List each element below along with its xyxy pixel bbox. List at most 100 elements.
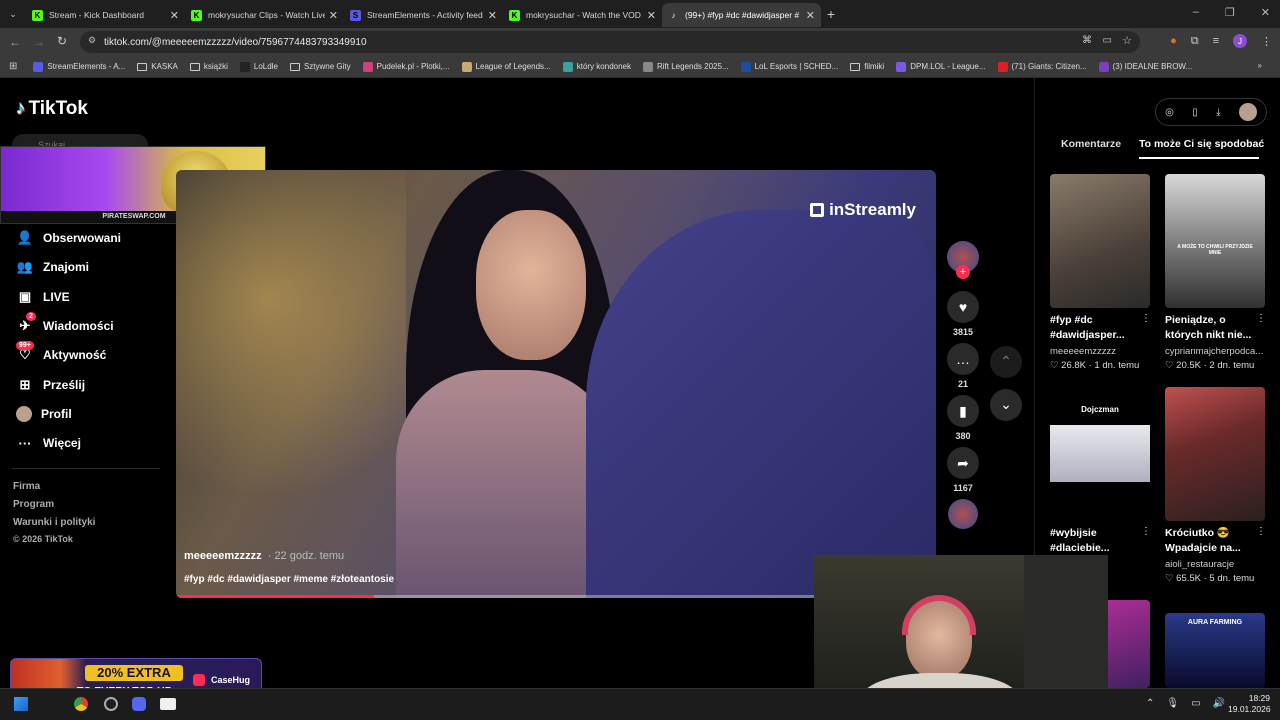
bookmark-item[interactable]: (71) Giants: Citizen... <box>997 61 1087 72</box>
previous-video-button[interactable]: ⌃ <box>990 346 1022 378</box>
bookmark-star-icon[interactable]: ☆ <box>1122 34 1132 47</box>
nav-item-upload[interactable]: ⊞ Prześlij <box>16 377 85 393</box>
extension-icon[interactable]: ● <box>1170 35 1177 47</box>
nav-item-profile[interactable]: ● Profil <box>16 405 72 422</box>
tab-close-icon[interactable]: ✕ <box>170 9 179 22</box>
browser-tab[interactable]: Kmokrysuchar Clips - Watch Live ✕ <box>185 3 344 27</box>
browser-tab[interactable]: S StreamElements - Activity feed ✕ <box>344 3 503 27</box>
nav-item-following[interactable]: 👤 Obserwowani <box>16 230 121 246</box>
chrome-taskbar-icon[interactable] <box>74 697 88 711</box>
video-card-title[interactable]: Pieniądze, o których nikt nie... <box>1165 313 1255 343</box>
video-card-title[interactable]: Króciutko 😎 Wpadajcie na... <box>1165 526 1255 556</box>
download-icon[interactable]: ⤓ <box>1216 107 1220 118</box>
more-options-icon[interactable]: ⋮ <box>1141 526 1151 537</box>
video-card-author[interactable]: aioli_restauracje <box>1165 559 1234 570</box>
device-icon[interactable]: ▯ <box>1192 107 1198 118</box>
tab-close-icon[interactable]: ✕ <box>329 9 338 22</box>
extensions-puzzle-icon[interactable]: ⧉ <box>1191 35 1199 48</box>
video-author[interactable]: meeeeemzzzzz <box>184 550 262 562</box>
sound-disc-avatar[interactable] <box>948 499 978 529</box>
translate-icon[interactable]: ⌘ <box>1082 35 1092 46</box>
video-card-thumbnail[interactable] <box>1165 387 1265 521</box>
minimize-button[interactable]: – <box>1193 6 1199 19</box>
app-taskbar-icon[interactable] <box>104 697 118 711</box>
more-options-icon[interactable]: ⋮ <box>1256 313 1266 324</box>
tab-close-icon[interactable]: ✕ <box>647 9 656 22</box>
browser-tab[interactable]: K Stream - Kick Dashboard ✕ <box>26 3 185 27</box>
video-player[interactable]: inStreamly meeeeemzzzzz · 22 godz. temu … <box>176 170 936 598</box>
video-card-thumbnail[interactable]: Dojczman <box>1050 387 1150 521</box>
nav-item-more[interactable]: ··· Więcej <box>16 435 81 451</box>
bookmark-item[interactable]: Sztywne Gity <box>289 62 351 72</box>
tab-search-button[interactable]: ⌄ <box>0 2 26 26</box>
video-card-thumbnail[interactable]: AURA FARMING <box>1165 613 1265 688</box>
save-button[interactable]: ▮ <box>947 395 979 427</box>
follow-plus-icon[interactable]: + <box>956 265 970 279</box>
tiktok-logo[interactable]: ♪ TikTok <box>16 98 88 120</box>
network-icon[interactable]: ▭ <box>1191 698 1200 709</box>
bookmark-item[interactable]: DPM.LOL - League... <box>896 61 986 72</box>
user-avatar[interactable] <box>1238 103 1257 121</box>
bookmark-item[interactable]: filmiki <box>850 62 884 72</box>
tab-list-icon[interactable]: ≡ <box>1213 35 1219 47</box>
more-options-icon[interactable]: ⋮ <box>1141 313 1151 324</box>
comment-button[interactable]: … <box>947 343 979 375</box>
bookmark-item[interactable]: książki <box>189 62 228 72</box>
video-card-thumbnail[interactable]: A MOŻE TO CHWILI PRZYJDZIE MNIE <box>1165 174 1265 308</box>
bookmark-item[interactable]: StreamElements - A... <box>33 61 125 72</box>
share-button[interactable]: ➦ <box>947 447 979 479</box>
bookmark-item[interactable]: LoL Esports | SCHED... <box>740 61 838 72</box>
browser-tab[interactable]: Kmokrysuchar - Watch the VOD ✕ <box>503 3 662 27</box>
volume-icon[interactable]: 🔊 <box>1213 698 1225 709</box>
bookmark-item[interactable]: Rift Legends 2025... <box>643 61 729 72</box>
tab-recommended[interactable]: To może Ci się spodobać <box>1139 138 1264 150</box>
tab-close-icon[interactable]: ✕ <box>806 9 815 22</box>
reload-icon[interactable]: ↻ <box>57 34 67 48</box>
nav-item-live[interactable]: ▣ LIVE <box>16 289 70 305</box>
explorer-taskbar-icon[interactable] <box>160 698 176 710</box>
nav-item-friends[interactable]: 👥 Znajomi <box>16 259 89 275</box>
forward-icon[interactable]: → <box>33 35 45 49</box>
video-card-author[interactable]: cyprianmajcherpodca... <box>1165 346 1263 357</box>
tiktok-note-icon: ♪ <box>16 98 26 119</box>
browser-menu-icon[interactable]: ⋮ <box>1261 35 1272 48</box>
nav-item-activity[interactable]: ♡ 99+ Aktywność <box>16 341 106 363</box>
discord-taskbar-icon[interactable] <box>132 697 146 711</box>
video-card-title[interactable]: #wybijsie #dlaciebie... <box>1050 526 1140 556</box>
microphone-icon[interactable]: 🎙 <box>1166 698 1179 709</box>
nav-item-messages[interactable]: ✈ 2 Wiadomości <box>16 311 114 334</box>
video-hashtags[interactable]: #fyp #dc #dawidjasper #meme #złoteantosi… <box>184 574 394 585</box>
like-button[interactable]: ♥ <box>947 291 979 323</box>
maximize-button[interactable]: ❐ <box>1225 6 1235 19</box>
bookmark-item[interactable]: League of Legends... <box>461 61 551 72</box>
bookmark-item[interactable]: Pudelek.pl - Plotki,... <box>362 61 450 72</box>
bookmark-item[interactable]: który kondonek <box>562 61 631 72</box>
taskbar-clock[interactable]: 18:29 19.01.2026 <box>1228 693 1271 715</box>
bookmark-item[interactable]: KASKA <box>137 62 178 72</box>
footer-link[interactable]: Warunki i polityki <box>13 517 95 528</box>
new-tab-button[interactable]: + <box>821 6 841 22</box>
tab-comments[interactable]: Komentarze <box>1061 138 1121 150</box>
browser-tab[interactable]: ♪ (99+) #fyp #dc #dawidjasper # ✕ <box>662 3 821 27</box>
bookmark-item[interactable]: LoLdle <box>239 61 278 72</box>
install-icon[interactable]: ▭ <box>1103 35 1112 46</box>
close-window-button[interactable]: ✕ <box>1261 6 1270 19</box>
video-card-thumbnail[interactable] <box>1050 174 1150 308</box>
profile-avatar[interactable]: J <box>1233 34 1247 48</box>
bookmarks-overflow-icon[interactable]: » <box>1258 61 1262 70</box>
apps-grid-icon[interactable]: ⊞ <box>9 61 17 72</box>
more-options-icon[interactable]: ⋮ <box>1256 526 1266 537</box>
tray-expand-icon[interactable]: ⌃ <box>1146 698 1154 709</box>
next-video-button[interactable]: ⌄ <box>990 389 1022 421</box>
back-icon[interactable]: ← <box>9 35 21 49</box>
bookmark-item[interactable]: (3) IDEALNE BROW... <box>1098 61 1192 72</box>
video-card-title[interactable]: #fyp #dc #dawidjasper... <box>1050 313 1140 343</box>
site-info-icon[interactable]: ⚙ <box>88 35 96 46</box>
compass-icon[interactable]: ◎ <box>1165 107 1174 118</box>
windows-start-icon[interactable] <box>14 697 28 711</box>
footer-link[interactable]: Program <box>13 499 54 510</box>
footer-link[interactable]: Firma <box>13 481 40 492</box>
tab-close-icon[interactable]: ✕ <box>488 9 497 22</box>
url-field[interactable]: ⚙ tiktok.com/@meeeeemzzzzz/video/7596774… <box>80 31 1140 53</box>
video-card-author[interactable]: meeeeemzzzzz <box>1050 346 1116 357</box>
